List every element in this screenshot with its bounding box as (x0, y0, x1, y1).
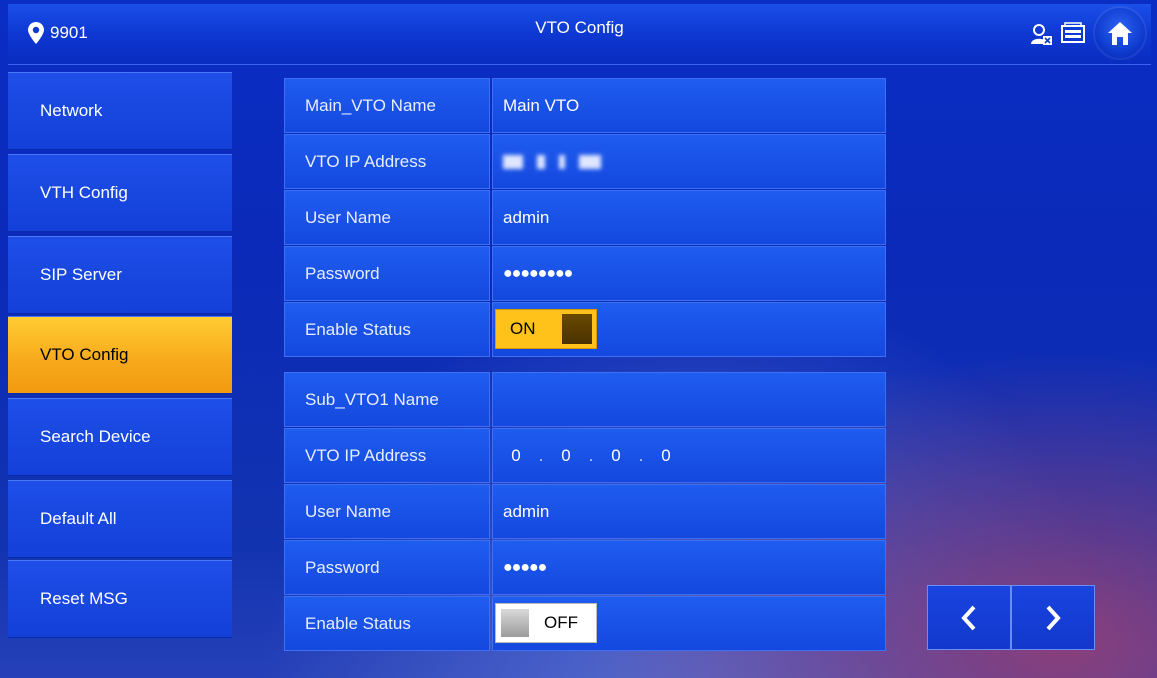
sub-vto1-password-row: Password ●●●●● (284, 540, 886, 595)
field-label: Enable Status (284, 302, 490, 357)
sub-vto1-username-field[interactable]: admin (492, 484, 886, 539)
main-vto-enable-toggle[interactable]: ON (495, 309, 597, 349)
sub-vto1-ip-field[interactable]: 0 . 0 . 0 . 0 (492, 428, 886, 483)
sub-vto1-enable-toggle[interactable]: OFF (495, 603, 597, 643)
main-vto-name-row: Main_VTO Name Main VTO (284, 78, 886, 133)
field-label: User Name (284, 484, 490, 539)
field-label: Password (284, 246, 490, 301)
ip-octet[interactable]: 0 (653, 446, 679, 466)
sidebar-item-label: Reset MSG (40, 589, 128, 608)
field-label: VTO IP Address (284, 428, 490, 483)
sidebar-item-label: VTH Config (40, 183, 128, 202)
sidebar-item-label: Network (40, 101, 103, 120)
field-label: Password (284, 540, 490, 595)
field-label: VTO IP Address (284, 134, 490, 189)
main-vto-ip-field[interactable] (492, 134, 886, 189)
toggle-knob (501, 609, 529, 637)
sub-vto1-password-field[interactable]: ●●●●● (492, 540, 886, 595)
main-vto-password-row: Password ●●●●●●●● (284, 246, 886, 301)
field-label: User Name (284, 190, 490, 245)
sidebar-item-network[interactable]: Network (8, 72, 232, 150)
ip-octet[interactable]: 0 (503, 446, 529, 466)
sub-vto1-status-row: Enable Status OFF (284, 596, 886, 651)
sidebar-item-search-device[interactable]: Search Device (8, 398, 232, 476)
header-bar: 9901 VTO Config (8, 4, 1151, 65)
sub-vto1-ip-row: VTO IP Address 0 . 0 . 0 . 0 (284, 428, 886, 483)
main-vto-ip-row: VTO IP Address (284, 134, 886, 189)
sidebar-item-default-all[interactable]: Default All (8, 480, 232, 558)
ip-octet[interactable]: 0 (553, 446, 579, 466)
main-vto-status-row: Enable Status ON (284, 302, 886, 357)
home-icon (1108, 22, 1132, 45)
sidebar-item-vto-config[interactable]: VTO Config (8, 316, 232, 394)
sidebar-item-label: SIP Server (40, 265, 122, 284)
sidebar-item-sip-server[interactable]: SIP Server (8, 236, 232, 314)
field-label: Sub_VTO1 Name (284, 372, 490, 427)
sidebar-item-label: Default All (40, 509, 117, 528)
sub-vto1-status-cell: OFF (492, 596, 886, 651)
chevron-left-icon (961, 605, 976, 630)
next-page-button[interactable] (1011, 585, 1095, 650)
contact-status-icon[interactable] (1029, 22, 1053, 46)
field-label: Main_VTO Name (284, 78, 490, 133)
chevron-right-icon (1046, 605, 1061, 630)
obscured-ip-value (503, 154, 601, 169)
sub-vto1-name-row: Sub_VTO1 Name (284, 372, 886, 427)
page-title: VTO Config (535, 18, 624, 37)
toggle-label: ON (510, 319, 536, 338)
toggle-label: OFF (544, 613, 578, 632)
field-label: Enable Status (284, 596, 490, 651)
message-icon[interactable] (1061, 22, 1085, 46)
main-vto-password-field[interactable]: ●●●●●●●● (492, 246, 886, 301)
toggle-knob (562, 314, 592, 344)
ip-octet[interactable]: 0 (603, 446, 629, 466)
main-vto-status-cell: ON (492, 302, 886, 357)
sidebar-item-label: Search Device (40, 427, 151, 446)
sub-vto1-name-field[interactable] (492, 372, 886, 427)
sidebar-item-label: VTO Config (40, 345, 129, 364)
main-vto-username-field[interactable]: admin (492, 190, 886, 245)
main-vto-user-row: User Name admin (284, 190, 886, 245)
home-button[interactable] (1095, 8, 1145, 58)
ip-octets: 0 . 0 . 0 . 0 (503, 446, 679, 466)
prev-page-button[interactable] (927, 585, 1011, 650)
sidebar-item-reset-msg[interactable]: Reset MSG (8, 560, 232, 638)
main-vto-name-field[interactable]: Main VTO (492, 78, 886, 133)
sidebar-item-vth-config[interactable]: VTH Config (8, 154, 232, 232)
sub-vto1-user-row: User Name admin (284, 484, 886, 539)
